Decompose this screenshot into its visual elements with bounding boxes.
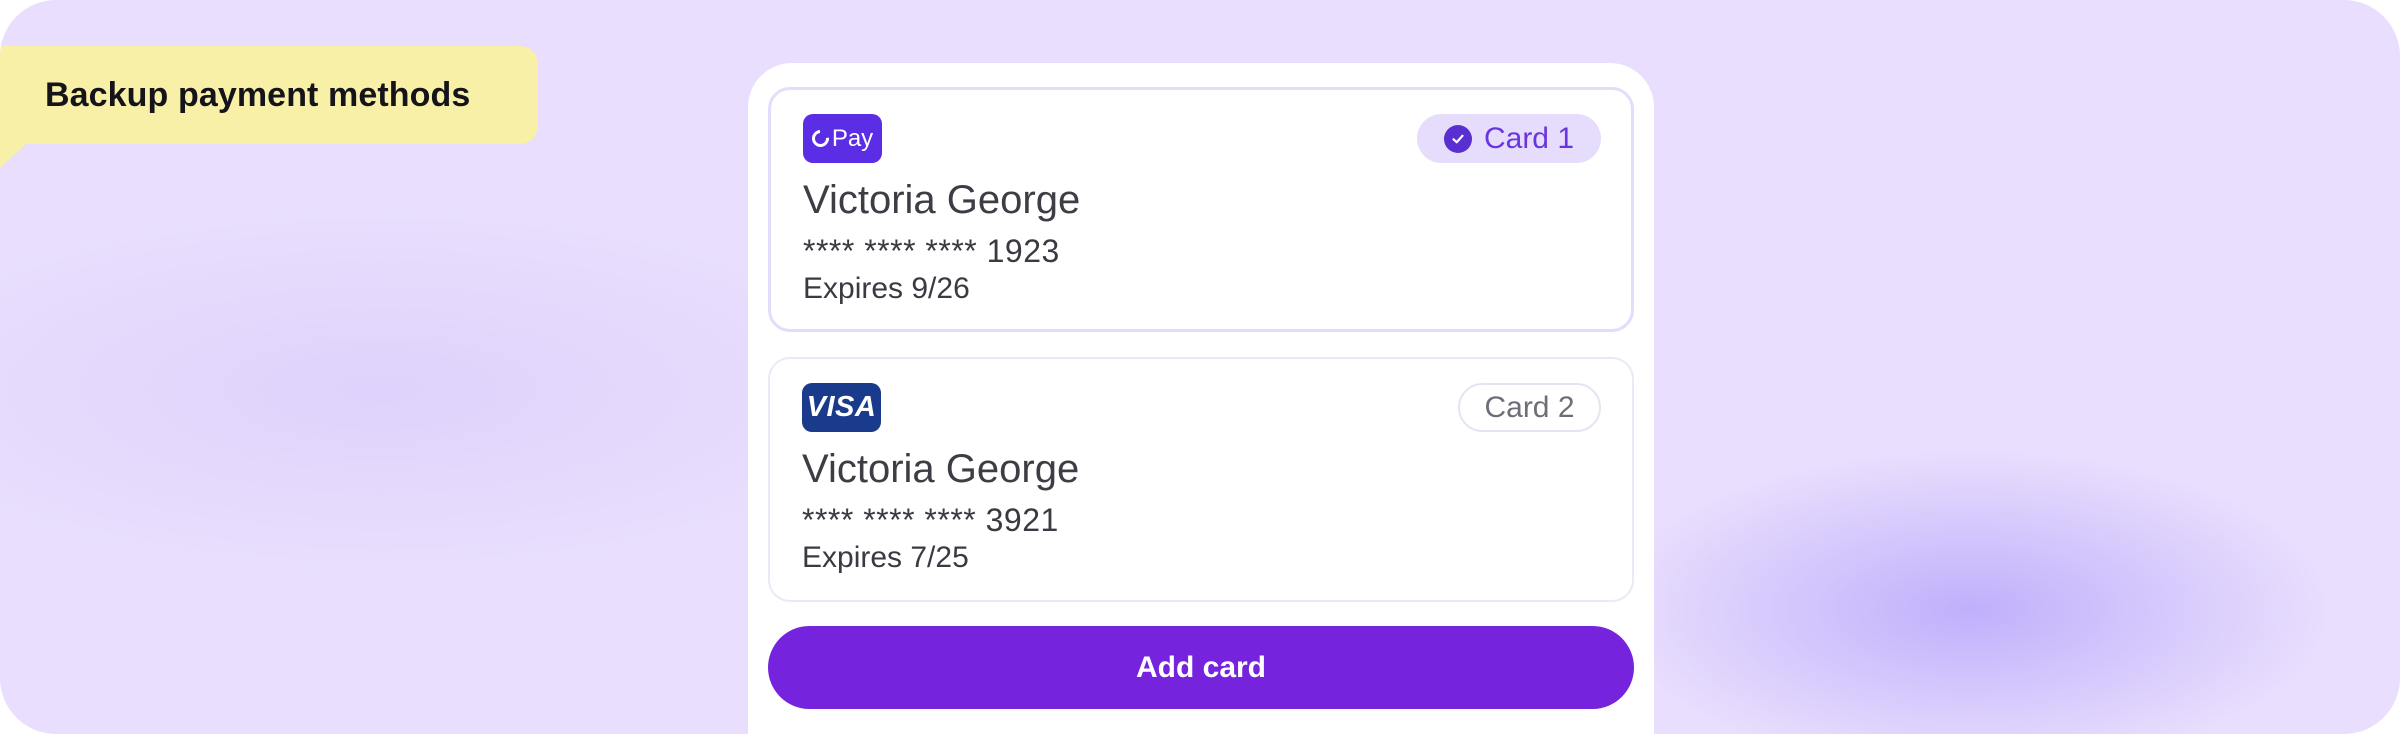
check-circle-icon [1443, 124, 1472, 153]
callout-tag: Backup payment methods [0, 46, 538, 168]
card-2-badge-label: Card 2 [1484, 390, 1575, 424]
add-card-button[interactable]: Add card [768, 626, 1634, 709]
card-2-holder-name: Victoria George [802, 447, 1080, 491]
payment-methods-panel: Pay Card 1 Victoria George **** **** ***… [748, 63, 1654, 734]
opay-ring-icon [808, 126, 833, 151]
payment-card-1[interactable]: Pay Card 1 Victoria George **** **** ***… [768, 87, 1634, 332]
card-2-badge[interactable]: Card 2 [1458, 383, 1601, 432]
opay-logo-label: Pay [831, 124, 874, 152]
card-2-masked-number: **** **** **** 3921 [802, 502, 1059, 538]
callout-label: Backup payment methods [45, 75, 471, 114]
card-1-masked-number: **** **** **** 1923 [803, 233, 1060, 269]
card-1-badge[interactable]: Card 1 [1417, 114, 1601, 163]
card-2-expiry: Expires 7/25 [802, 541, 969, 574]
card-1-badge-label: Card 1 [1483, 121, 1575, 155]
card-1-holder-name: Victoria George [803, 178, 1081, 222]
opay-logo-icon: Pay [803, 114, 882, 163]
payment-card-2[interactable]: VISA Card 2 Victoria George **** **** **… [768, 357, 1634, 602]
visa-logo-icon: VISA [802, 383, 881, 432]
background-canvas: Backup payment methods Pay Card 1 Victor… [0, 0, 2400, 734]
visa-logo-label: VISA [806, 391, 877, 423]
card-1-expiry: Expires 9/26 [803, 272, 970, 305]
